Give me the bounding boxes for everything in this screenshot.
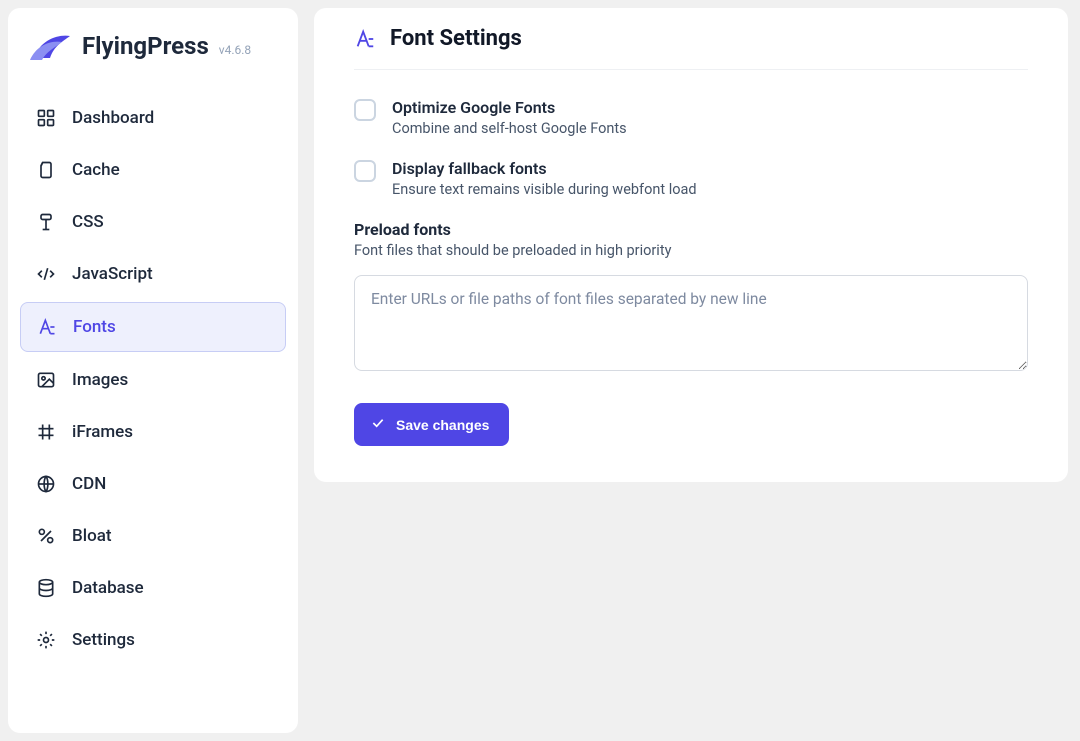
optimize-google-fonts-label: Optimize Google Fonts Combine and self-h… [392,98,627,137]
sidebar-item-label: Settings [72,630,135,650]
sidebar-nav: Dashboard Cache CSS [20,94,286,664]
brand-name: FlyingPress [82,32,209,60]
font-settings-panel: Font Settings Optimize Google Fonts Comb… [314,8,1068,482]
save-changes-button[interactable]: Save changes [354,403,509,446]
sidebar-item-label: iFrames [72,422,133,442]
sidebar-item-label: Bloat [72,526,112,546]
sidebar-item-javascript[interactable]: JavaScript [20,250,286,298]
preload-fonts-textarea[interactable] [354,275,1028,371]
display-fallback-fonts-title: Display fallback fonts [392,159,697,178]
fonts-icon [37,317,57,337]
sidebar-item-bloat[interactable]: Bloat [20,512,286,560]
sidebar-item-label: Fonts [73,317,116,337]
sidebar-item-label: Dashboard [72,108,154,128]
sidebar-item-label: CSS [72,212,104,232]
images-icon [36,370,56,390]
preload-fonts-block: Preload fonts Font files that should be … [354,220,1028,375]
main-content: Font Settings Optimize Google Fonts Comb… [314,8,1080,733]
sidebar-item-iframes[interactable]: iFrames [20,408,286,456]
settings-body: Optimize Google Fonts Combine and self-h… [354,70,1028,446]
iframes-icon [36,422,56,442]
sidebar-item-cdn[interactable]: CDN [20,460,286,508]
panel-header: Font Settings [354,16,1028,70]
cdn-icon [36,474,56,494]
database-icon [36,578,56,598]
optimize-google-fonts-desc: Combine and self-host Google Fonts [392,120,627,137]
display-fallback-fonts-desc: Ensure text remains visible during webfo… [392,181,697,198]
sidebar-item-database[interactable]: Database [20,564,286,612]
display-fallback-fonts-row: Display fallback fonts Ensure text remai… [354,159,1028,198]
dashboard-icon [36,108,56,128]
optimize-google-fonts-checkbox[interactable] [354,99,376,121]
brand: FlyingPress v4.6.8 [20,32,286,88]
sidebar-item-cache[interactable]: Cache [20,146,286,194]
preload-fonts-desc: Font files that should be preloaded in h… [354,242,1028,259]
sidebar-item-label: CDN [72,474,106,494]
sidebar-item-fonts[interactable]: Fonts [20,302,286,352]
fonts-header-icon [354,28,376,50]
css-icon [36,212,56,232]
sidebar: FlyingPress v4.6.8 Dashboard Cache [8,8,298,733]
check-icon [370,415,386,434]
cache-icon [36,160,56,180]
sidebar-item-css[interactable]: CSS [20,198,286,246]
sidebar-item-settings[interactable]: Settings [20,616,286,664]
flyingpress-logo-icon [28,32,72,64]
display-fallback-fonts-checkbox[interactable] [354,160,376,182]
sidebar-item-label: Images [72,370,128,390]
javascript-icon [36,264,56,284]
sidebar-item-label: JavaScript [72,264,153,284]
bloat-icon [36,526,56,546]
sidebar-item-images[interactable]: Images [20,356,286,404]
settings-icon [36,630,56,650]
optimize-google-fonts-row: Optimize Google Fonts Combine and self-h… [354,98,1028,137]
display-fallback-fonts-label: Display fallback fonts Ensure text remai… [392,159,697,198]
sidebar-item-dashboard[interactable]: Dashboard [20,94,286,142]
sidebar-item-label: Cache [72,160,120,180]
preload-fonts-title: Preload fonts [354,220,1028,239]
sidebar-item-label: Database [72,578,144,598]
save-button-label: Save changes [396,417,489,433]
optimize-google-fonts-title: Optimize Google Fonts [392,98,627,117]
brand-version: v4.6.8 [219,43,251,57]
panel-title: Font Settings [390,26,522,51]
